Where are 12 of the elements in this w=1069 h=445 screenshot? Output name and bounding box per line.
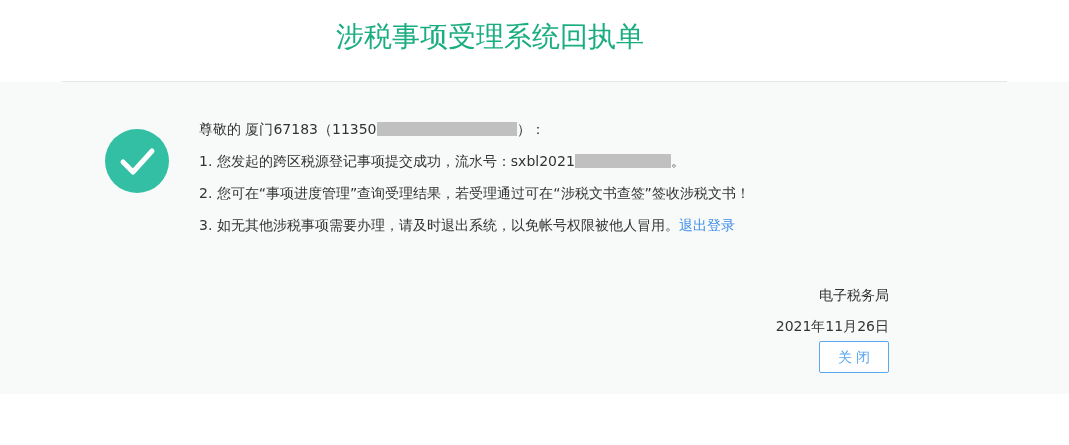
greeting-text: ）： [516,119,545,139]
issuer-name: 电子税务局 [819,286,889,305]
notice-text: 3. 如无其他涉税事项需要办理，请及时退出系统，以免帐号权限被他人冒用。 [199,215,679,235]
success-check-icon [105,129,169,193]
close-button[interactable]: 关 闭 [819,341,889,373]
receipt-date: 2021年11月26日 [775,317,889,336]
logout-link[interactable]: 退出登录 [678,214,735,236]
page-title: 涉税事项受理系统回执单 [335,18,644,55]
notice-text: 。 [670,151,685,171]
greeting-text: 尊敬的 厦门67183（11350 [199,119,377,139]
notice-text: 1. 您发起的跨区税源登记事项提交成功，流水号：sxbl2021 [199,151,575,171]
notice-text: 2. 您可在“事项进度管理”查询受理结果，若受理通过可在“涉税文书查签”签收涉税文书！ [199,183,750,203]
